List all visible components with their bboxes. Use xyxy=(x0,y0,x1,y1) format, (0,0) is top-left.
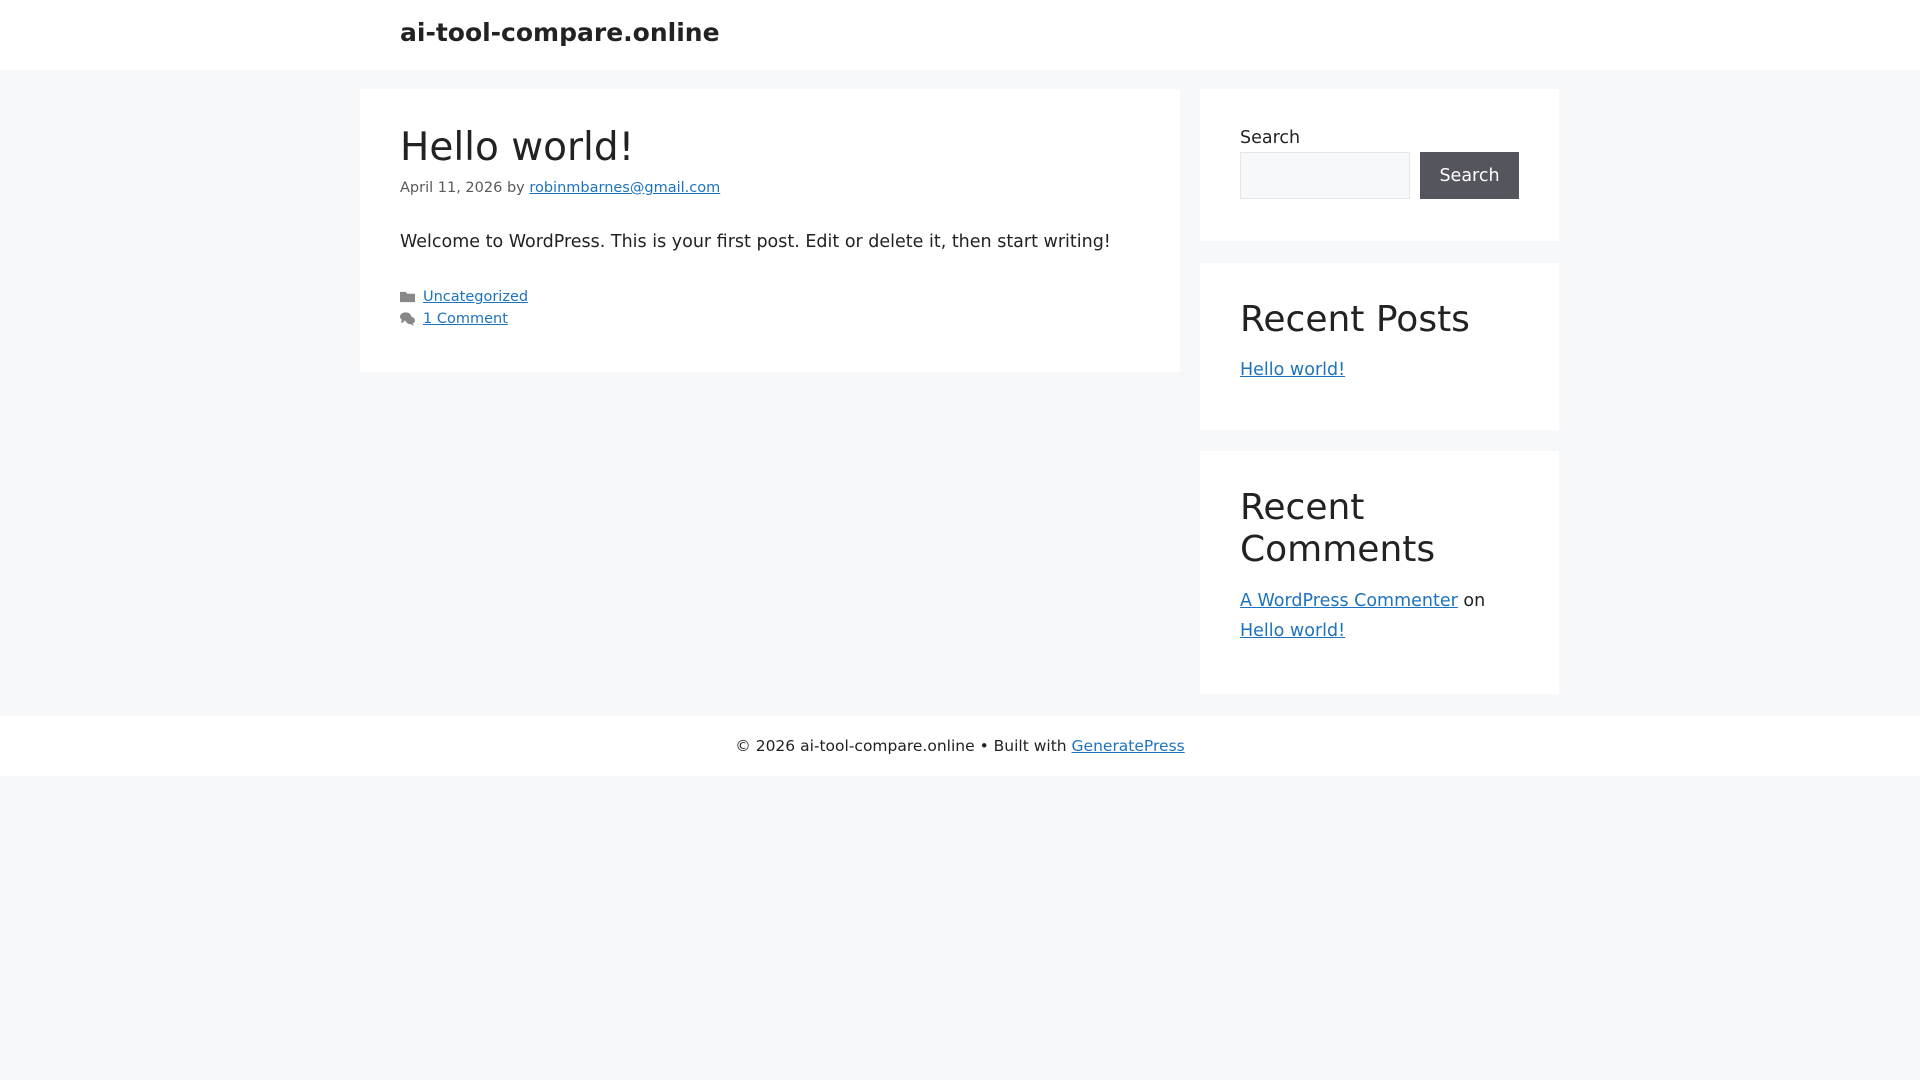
post-title[interactable]: Hello world! xyxy=(400,126,1140,170)
post-meta: April 11, 2026 by robinmbarnes@gmail.com xyxy=(400,180,1140,196)
search-widget: Search Search xyxy=(1200,89,1559,241)
comment-author-link[interactable]: A WordPress Commenter xyxy=(1240,591,1458,611)
copyright-text: © 2026 ai-tool-compare.online • Built wi… xyxy=(735,737,1067,755)
category-link[interactable]: Uncategorized xyxy=(423,286,528,308)
recent-posts-widget: Recent Posts Hello world! xyxy=(1200,263,1559,430)
comment-post-link[interactable]: Hello world! xyxy=(1240,621,1345,641)
search-input[interactable] xyxy=(1240,152,1410,199)
site-title-link[interactable]: ai-tool-compare.online xyxy=(400,18,720,47)
recent-post-link[interactable]: Hello world! xyxy=(1240,360,1345,380)
by-label: by xyxy=(506,179,525,196)
recent-comment-item: A WordPress Commenter on Hello world! xyxy=(1240,586,1519,646)
recent-comments-widget: Recent Comments A WordPress Commenter on… xyxy=(1200,451,1559,694)
post-footer-meta: Uncategorized 1 Comment xyxy=(400,286,1140,330)
site-footer: © 2026 ai-tool-compare.online • Built wi… xyxy=(0,716,1920,776)
post-content: Welcome to WordPress. This is your first… xyxy=(400,231,1111,252)
comments-icon xyxy=(400,312,415,327)
search-label: Search xyxy=(1240,128,1301,148)
generatepress-link[interactable]: GeneratePress xyxy=(1072,737,1185,755)
site-header: ai-tool-compare.online xyxy=(0,0,1920,70)
folder-icon xyxy=(400,292,415,303)
post-article: Hello world! April 11, 2026 by robinmbar… xyxy=(360,89,1180,372)
recent-comments-title: Recent Comments xyxy=(1240,487,1436,571)
post-date: April 11, 2026 xyxy=(400,179,503,196)
on-label: on xyxy=(1463,590,1486,611)
author-link[interactable]: robinmbarnes@gmail.com xyxy=(529,180,720,196)
recent-posts-title: Recent Posts xyxy=(1240,299,1470,340)
comments-link[interactable]: 1 Comment xyxy=(423,308,508,330)
search-button[interactable]: Search xyxy=(1420,152,1519,199)
